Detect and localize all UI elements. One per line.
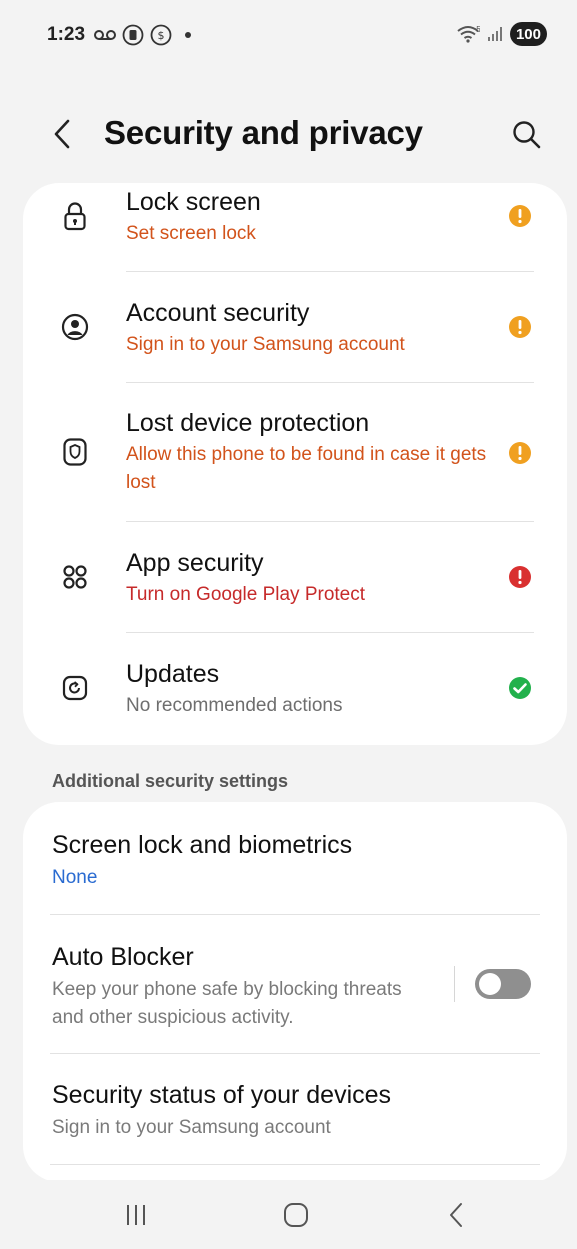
security-item-subtitle: Sign in to your Samsung account — [126, 334, 405, 355]
back-button[interactable] — [48, 116, 78, 152]
security-item-title: App security — [126, 549, 264, 577]
setting-subtitle: Keep your phone safe by blocking threats… — [52, 979, 402, 1028]
security-item-subtitle: Set screen lock — [126, 223, 256, 244]
chevron-left-icon — [54, 119, 70, 149]
page-title: Security and privacy — [104, 114, 423, 151]
setting-subtitle: None — [52, 867, 98, 888]
setting-title: Security status of your devices — [52, 1081, 392, 1109]
search-icon — [513, 121, 541, 149]
app-header: Security and privacy — [0, 100, 577, 170]
security-item-title: Updates — [126, 660, 220, 688]
warning-icon — [508, 204, 532, 228]
toggle-knob — [479, 973, 501, 995]
shield-icon — [60, 437, 90, 467]
svg-text:$: $ — [158, 29, 165, 42]
wifi-icon: 5 — [456, 24, 480, 44]
security-item-subtitle: Turn on Google Play Protect — [126, 584, 366, 605]
security-item-title: Account security — [126, 299, 310, 327]
data-saver-icon: $ — [150, 24, 172, 46]
security-item-app-security[interactable]: App security Turn on Google Play Protect — [23, 522, 567, 632]
voicemail-icon — [94, 28, 116, 42]
security-item-lost-device-protection[interactable]: Lost device protection Allow this phone … — [23, 383, 567, 521]
svg-text:5: 5 — [476, 25, 480, 34]
navigation-bar — [0, 1180, 577, 1249]
setting-subtitle: Sign in to your Samsung account — [52, 1117, 331, 1138]
check-icon — [508, 676, 532, 700]
signal-icon — [486, 25, 504, 43]
divider — [50, 1164, 540, 1165]
divider-vertical — [454, 966, 455, 1002]
warning-icon — [508, 315, 532, 339]
search-button[interactable] — [510, 118, 544, 152]
back-icon — [450, 1203, 462, 1227]
security-item-updates[interactable]: Updates No recommended actions — [23, 633, 567, 745]
apps-icon — [60, 562, 90, 592]
sim-icon — [122, 24, 144, 46]
section-header: Additional security settings — [52, 771, 289, 791]
security-item-lock-screen[interactable]: Lock screen Set screen lock — [23, 183, 567, 271]
dot-icon — [184, 31, 192, 39]
screen: 1:23 $ 5 100 Security and privacy Lock s… — [0, 0, 577, 1249]
additional-settings-card: Screen lock and biometrics None Auto Blo… — [23, 802, 567, 1182]
security-card: Lock screen Set screen lock Account secu… — [23, 183, 567, 745]
nav-back-button[interactable] — [437, 1198, 477, 1232]
account-icon — [60, 312, 90, 342]
status-time: 1:23 — [47, 24, 86, 45]
status-bar: 1:23 $ 5 100 — [0, 0, 577, 70]
auto-blocker-toggle[interactable] — [475, 969, 531, 999]
setting-screen-lock-biometrics[interactable]: Screen lock and biometrics None — [23, 802, 567, 914]
recent-apps-button[interactable] — [116, 1198, 156, 1232]
security-item-subtitle: No recommended actions — [126, 695, 343, 716]
update-icon — [60, 673, 90, 703]
setting-title: Screen lock and biometrics — [52, 831, 353, 859]
security-item-title: Lock screen — [126, 188, 261, 216]
setting-title: Auto Blocker — [52, 943, 194, 971]
warning-icon — [508, 441, 532, 465]
security-item-title: Lost device protection — [126, 409, 370, 437]
setting-security-status-devices[interactable]: Security status of your devices Sign in … — [23, 1054, 567, 1166]
battery-indicator: 100 — [509, 22, 547, 46]
home-icon — [284, 1203, 308, 1227]
setting-auto-blocker[interactable]: Auto Blocker Keep your phone safe by blo… — [23, 915, 567, 1053]
recents-icon — [127, 1205, 145, 1225]
lock-icon — [60, 201, 90, 231]
home-button[interactable] — [276, 1198, 316, 1232]
security-item-subtitle: Allow this phone to be found in case it … — [126, 444, 487, 493]
error-icon — [508, 565, 532, 589]
security-item-account-security[interactable]: Account security Sign in to your Samsung… — [23, 272, 567, 382]
